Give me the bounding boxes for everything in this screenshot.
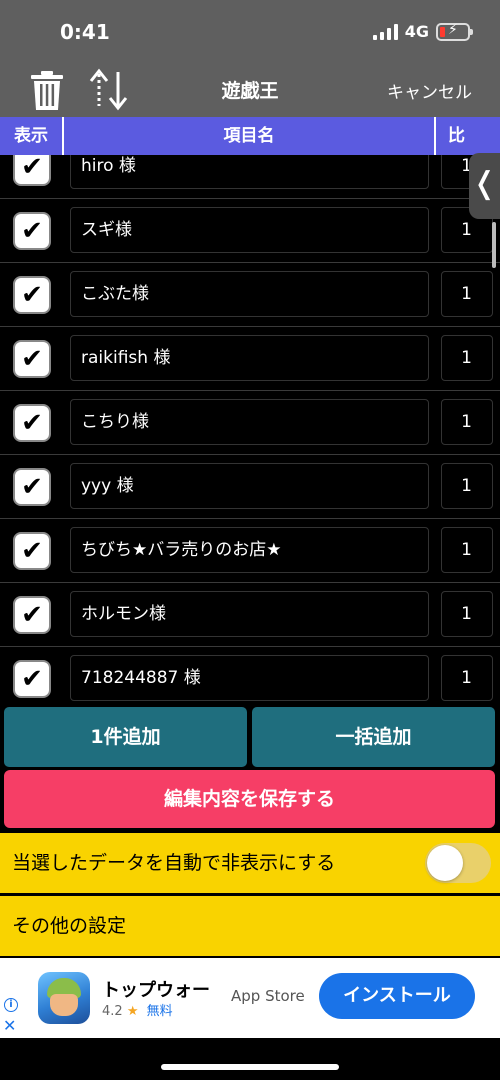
item-name-field[interactable]: ホルモン様 — [70, 591, 429, 637]
item-name-field[interactable]: hiro 様 — [70, 155, 429, 189]
list-item: ✔ ホルモン様 1 — [0, 583, 500, 647]
ad-rating: 4.2 — [102, 1004, 123, 1019]
show-checkbox[interactable]: ✔ — [13, 596, 51, 634]
show-checkbox[interactable]: ✔ — [13, 660, 51, 698]
app-icon[interactable] — [38, 972, 90, 1024]
nav-bar: 遊戯王 キャンセル — [0, 62, 500, 117]
list-item: ✔ スギ様 1 — [0, 199, 500, 263]
show-checkbox[interactable]: ✔ — [13, 212, 51, 250]
item-name-field[interactable]: ちびち★バラ売りのお店★ — [70, 527, 429, 573]
column-name: 項目名 — [64, 117, 436, 155]
ad-info-icon[interactable]: i — [4, 998, 18, 1012]
item-ratio-field[interactable]: 1 — [441, 591, 493, 637]
column-show: 表示 — [0, 117, 64, 155]
list-item: ✔ hiro 様 1 — [0, 155, 500, 199]
item-name-field[interactable]: 718244887 様 — [70, 655, 429, 701]
ad-banner[interactable]: i ✕ トップウォー 4.2 ★ 無料 App Store インストール — [0, 958, 500, 1038]
list-item: ✔ 718244887 様 1 — [0, 647, 500, 703]
show-checkbox[interactable]: ✔ — [13, 155, 51, 186]
list-item: ✔ こぶた様 1 — [0, 263, 500, 327]
list-item: ✔ yyy 様 1 — [0, 455, 500, 519]
ad-price: 無料 — [146, 1004, 173, 1019]
item-list[interactable]: ✔ hiro 様 1 ✔ スギ様 1 ✔ こぶた様 1 ✔ raikifish … — [0, 155, 500, 703]
auto-hide-label: 当選したデータを自動で非表示にする — [12, 852, 336, 874]
column-ratio: 比 — [448, 126, 465, 146]
show-checkbox[interactable]: ✔ — [13, 532, 51, 570]
item-ratio-field[interactable]: 1 — [441, 655, 493, 701]
show-checkbox[interactable]: ✔ — [13, 404, 51, 442]
status-indicators: 4G ⚡ — [372, 22, 473, 41]
list-item: ✔ ちびち★バラ売りのお店★ 1 — [0, 519, 500, 583]
item-ratio-field[interactable]: 1 — [441, 463, 493, 509]
star-icon: ★ — [126, 1004, 139, 1019]
chevron-left-icon[interactable]: ❬ — [469, 153, 500, 219]
item-ratio-field[interactable]: 1 — [441, 527, 493, 573]
auto-hide-toggle[interactable] — [425, 843, 491, 883]
item-name-field[interactable]: こぶた様 — [70, 271, 429, 317]
ad-app-title: トップウォー — [102, 980, 210, 1001]
show-checkbox[interactable]: ✔ — [13, 468, 51, 506]
add-bulk-button[interactable]: 一括追加 — [252, 707, 495, 767]
item-ratio-field[interactable]: 1 — [441, 335, 493, 381]
signal-icon — [372, 23, 398, 40]
install-button[interactable]: インストール — [319, 973, 475, 1019]
other-settings-label: その他の設定 — [12, 915, 127, 937]
cancel-button[interactable]: キャンセル — [387, 78, 472, 103]
item-name-field[interactable]: raikifish 様 — [70, 335, 429, 381]
save-button[interactable]: 編集内容を保存する — [4, 770, 495, 828]
list-item: ✔ raikifish 様 1 — [0, 327, 500, 391]
network-type: 4G — [404, 22, 429, 41]
item-ratio-field[interactable]: 1 — [441, 399, 493, 445]
ad-app-meta: 4.2 ★ 無料 — [102, 1000, 173, 1019]
item-name-field[interactable]: こちり様 — [70, 399, 429, 445]
column-header: 表示 項目名 比 — [0, 117, 500, 155]
auto-hide-row: 当選したデータを自動で非表示にする — [0, 833, 500, 893]
show-checkbox[interactable]: ✔ — [13, 340, 51, 378]
item-name-field[interactable]: yyy 様 — [70, 463, 429, 509]
home-indicator[interactable] — [161, 1064, 339, 1070]
ad-close-icon[interactable]: ✕ — [3, 1016, 16, 1035]
list-item: ✔ こちり様 1 — [0, 391, 500, 455]
scrollbar[interactable] — [492, 222, 496, 268]
ad-store-label: App Store — [231, 987, 305, 1005]
item-ratio-field[interactable]: 1 — [441, 271, 493, 317]
status-time: 0:41 — [60, 20, 110, 44]
item-name-field[interactable]: スギ様 — [70, 207, 429, 253]
toggle-knob — [427, 845, 463, 881]
other-settings-button[interactable]: その他の設定 — [0, 896, 500, 956]
add-one-button[interactable]: 1件追加 — [4, 707, 247, 767]
show-checkbox[interactable]: ✔ — [13, 276, 51, 314]
battery-icon: ⚡ — [436, 22, 473, 41]
status-bar: 0:41 4G ⚡ — [0, 0, 500, 62]
